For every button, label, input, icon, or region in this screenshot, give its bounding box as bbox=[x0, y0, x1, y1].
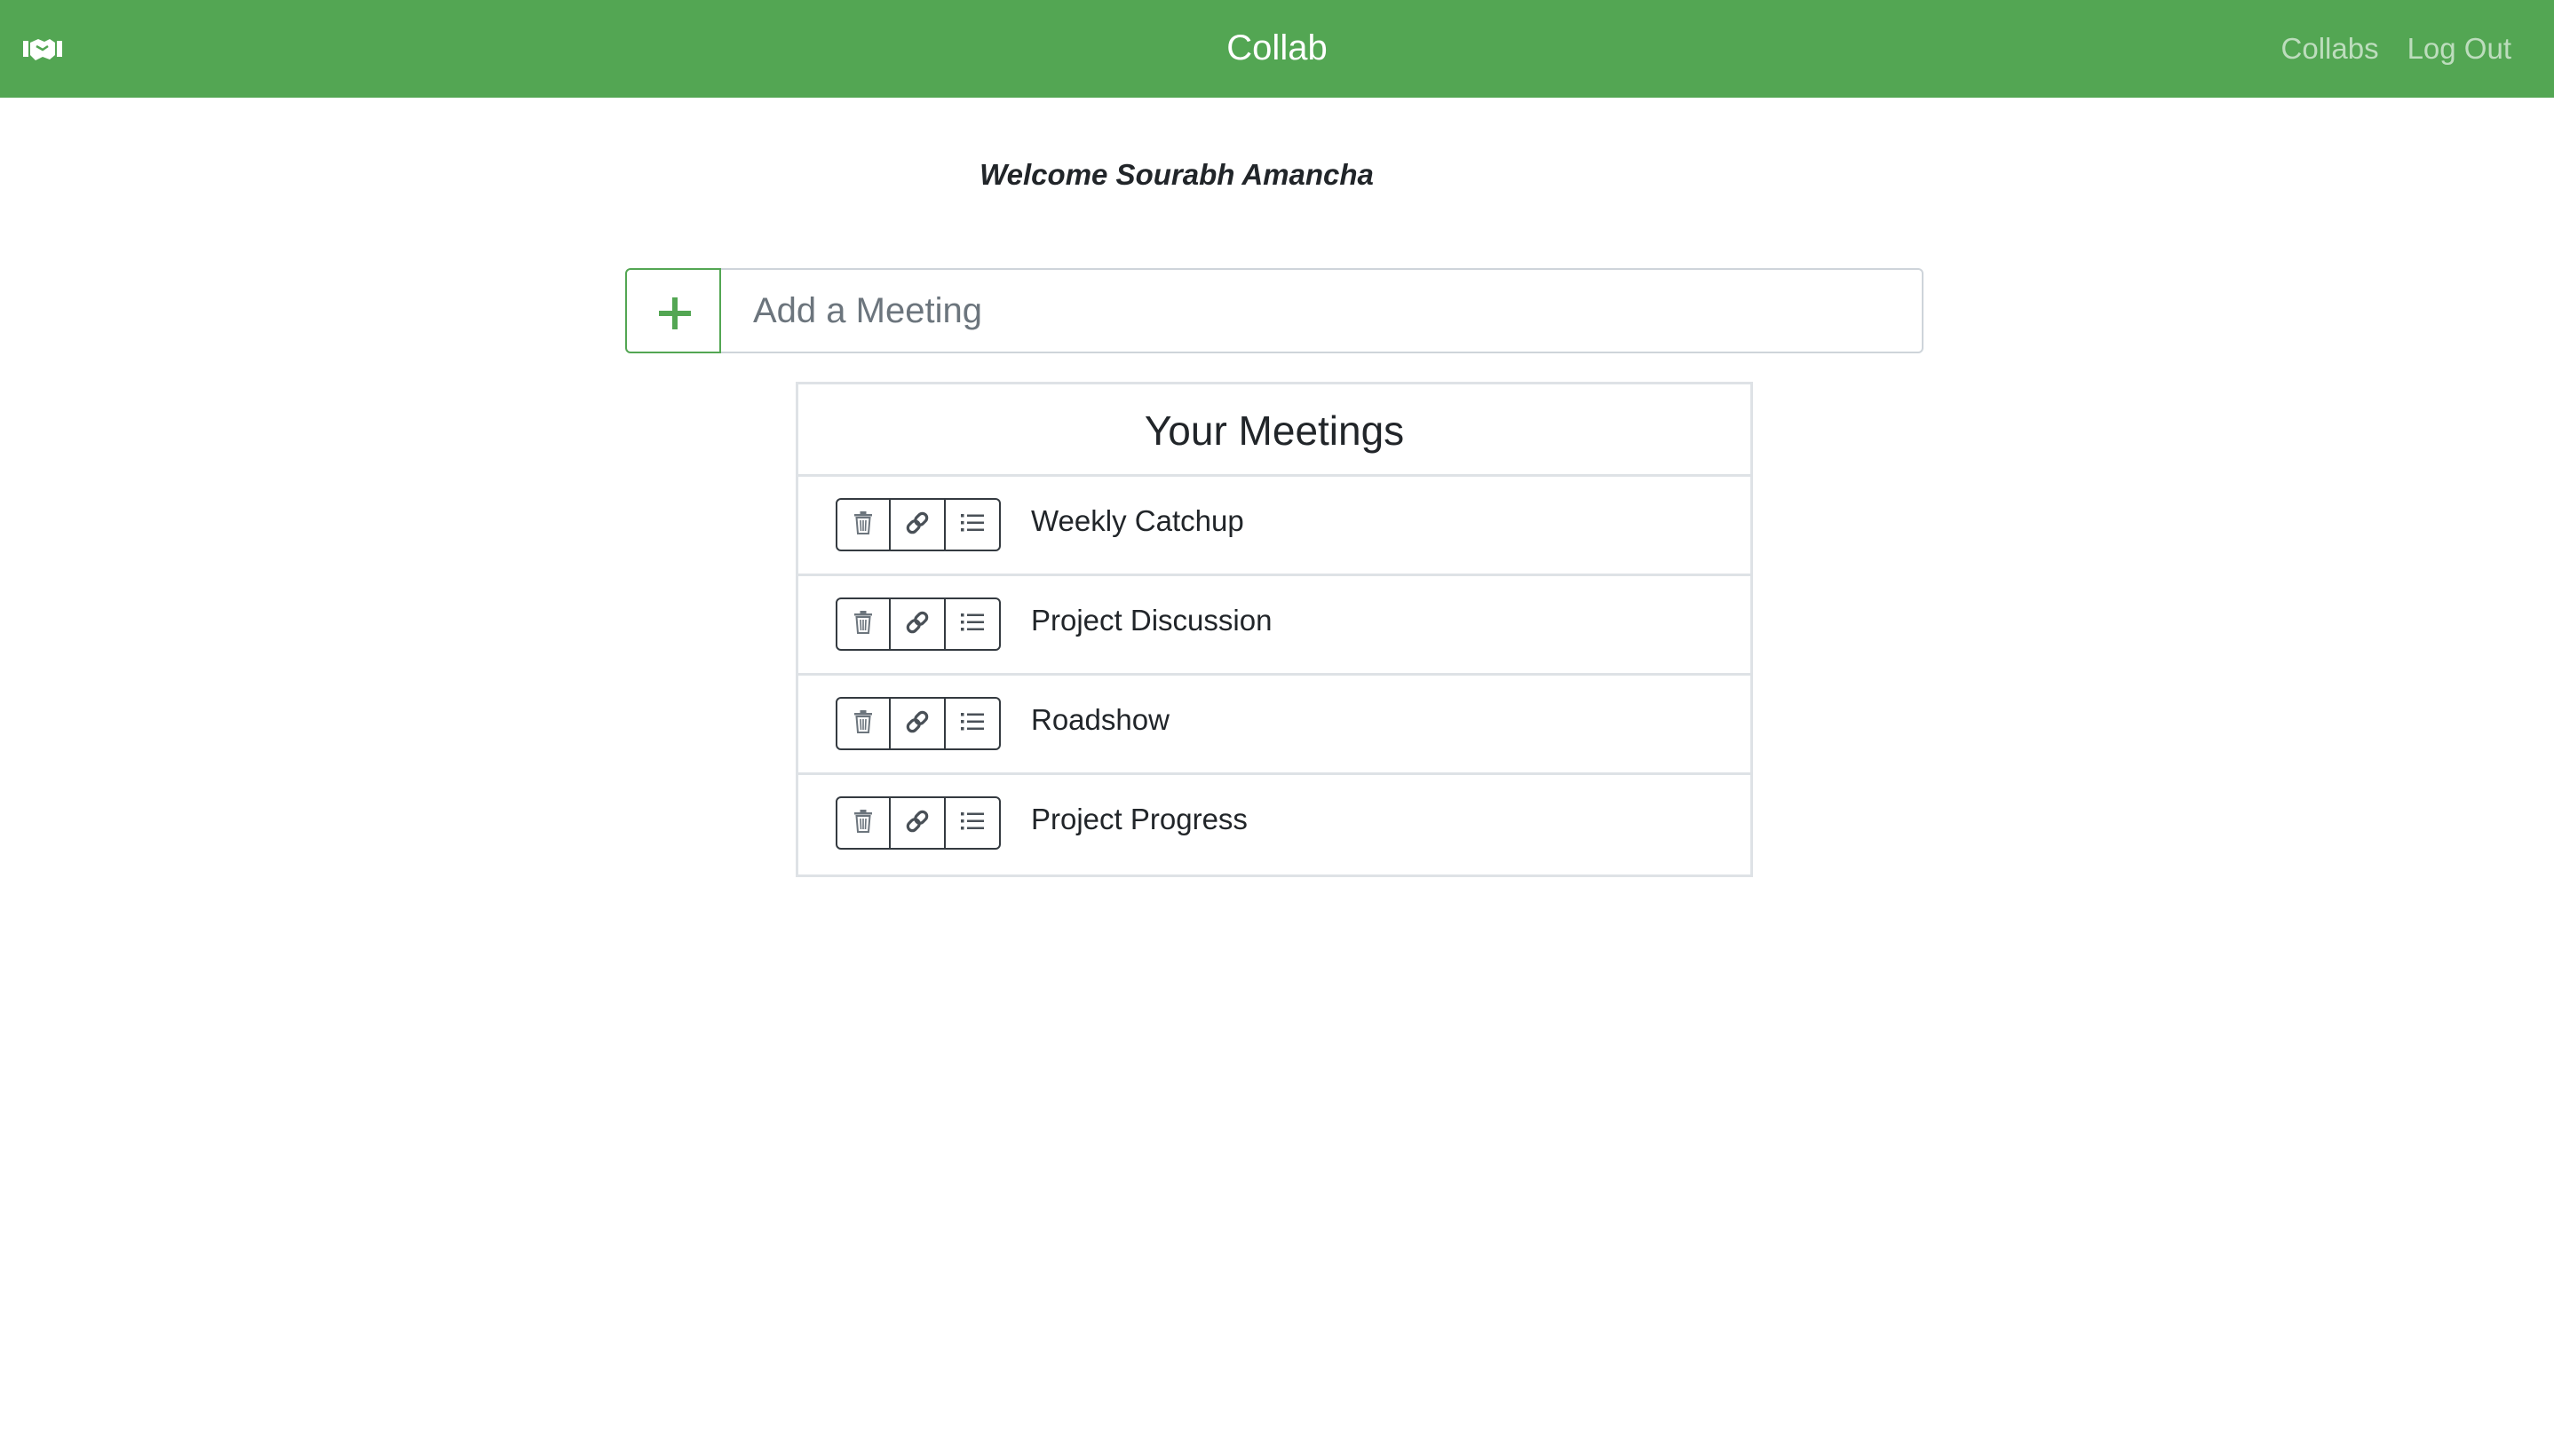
meeting-list-item: Weekly Catchup bbox=[798, 477, 1750, 576]
add-meeting-group bbox=[625, 268, 1923, 353]
meeting-actions bbox=[836, 498, 1001, 551]
app-title[interactable]: Collab bbox=[0, 25, 2554, 71]
meeting-actions bbox=[836, 796, 1001, 850]
add-meeting-input[interactable] bbox=[721, 268, 1923, 353]
copy-link-button[interactable] bbox=[891, 597, 946, 651]
meeting-actions bbox=[836, 597, 1001, 651]
trash-icon bbox=[853, 610, 873, 638]
link-icon bbox=[904, 808, 931, 839]
meetings-card: Your Meetings Weekly Catchup Project Dis… bbox=[796, 382, 1753, 877]
trash-icon bbox=[853, 709, 873, 738]
meeting-list-item: Project Discussion bbox=[798, 576, 1750, 676]
view-agenda-button[interactable] bbox=[946, 498, 1001, 551]
meeting-title[interactable]: Weekly Catchup bbox=[1031, 500, 1244, 542]
list-icon bbox=[961, 512, 984, 538]
view-agenda-button[interactable] bbox=[946, 697, 1001, 750]
meeting-title[interactable]: Roadshow bbox=[1031, 699, 1170, 741]
nav-link-logout[interactable]: Log Out bbox=[2407, 27, 2511, 71]
link-icon bbox=[904, 609, 931, 640]
meetings-header: Your Meetings bbox=[798, 384, 1750, 477]
copy-link-button[interactable] bbox=[891, 498, 946, 551]
link-icon bbox=[904, 510, 931, 541]
list-icon bbox=[961, 711, 984, 737]
meeting-actions bbox=[836, 697, 1001, 750]
list-icon bbox=[961, 612, 984, 637]
copy-link-button[interactable] bbox=[891, 796, 946, 850]
link-icon bbox=[904, 708, 931, 740]
nav-link-collabs[interactable]: Collabs bbox=[2281, 27, 2379, 71]
meeting-title[interactable]: Project Discussion bbox=[1031, 599, 1272, 642]
list-icon bbox=[961, 811, 984, 836]
delete-meeting-button[interactable] bbox=[836, 697, 891, 750]
delete-meeting-button[interactable] bbox=[836, 796, 891, 850]
view-agenda-button[interactable] bbox=[946, 597, 1001, 651]
copy-link-button[interactable] bbox=[891, 697, 946, 750]
meetings-list: Weekly Catchup Project Discussion Roadsh… bbox=[798, 477, 1750, 874]
delete-meeting-button[interactable] bbox=[836, 498, 891, 551]
add-meeting-button[interactable] bbox=[625, 268, 721, 353]
navbar: Collab Collabs Log Out bbox=[0, 0, 2554, 98]
meeting-list-item: Roadshow bbox=[798, 676, 1750, 775]
view-agenda-button[interactable] bbox=[946, 796, 1001, 850]
trash-icon bbox=[853, 510, 873, 539]
nav-links: Collabs Log Out bbox=[2281, 27, 2511, 71]
meeting-title[interactable]: Project Progress bbox=[1031, 798, 1248, 841]
delete-meeting-button[interactable] bbox=[836, 597, 891, 651]
trash-icon bbox=[853, 809, 873, 837]
meeting-list-item: Project Progress bbox=[798, 775, 1750, 874]
welcome-message: Welcome Sourabh Amancha bbox=[980, 158, 1374, 191]
